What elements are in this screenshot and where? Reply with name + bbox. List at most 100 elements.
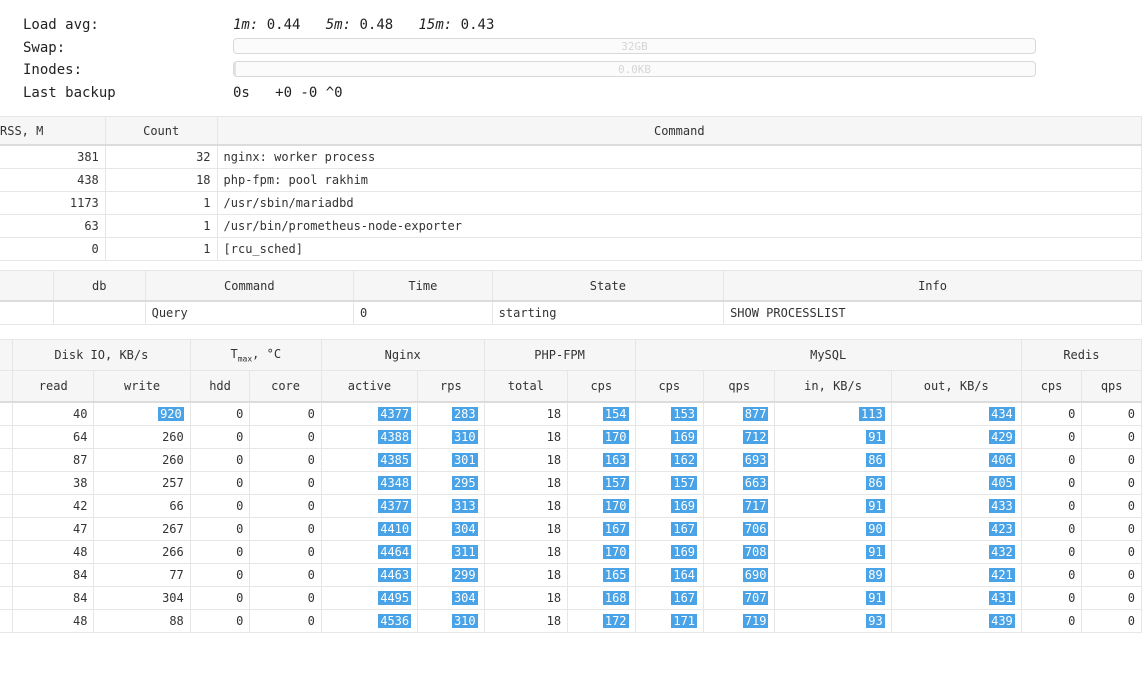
mysql-in-cell: 91 <box>774 540 892 564</box>
col-db: db <box>52 270 146 302</box>
nginx-active-cell: 4348 <box>320 471 419 495</box>
nginx-rps-cell: 299 <box>417 563 485 587</box>
highlighted-value: 693 <box>742 453 769 467</box>
fpm-cps-cell: 170 <box>567 494 636 518</box>
row-gutter <box>0 448 13 472</box>
mysql-out-cell: 429 <box>890 425 1022 449</box>
fpm-total-cell: 18 <box>483 517 569 541</box>
nginx-active-cell: 4410 <box>320 517 419 541</box>
stats-row: 87 260 0 0 4385 301 18 163 162 693 86 406 0 0 <box>0 448 1142 472</box>
mysql-out-cell: 406 <box>890 448 1022 472</box>
mysql-cps-cell: 171 <box>634 609 705 633</box>
highlighted-value: 4464 <box>378 545 412 559</box>
highlighted-value: 405 <box>989 476 1015 490</box>
redis-qps-cell: 0 <box>1081 586 1142 610</box>
group-temperature: Tmax, °C <box>189 339 322 371</box>
row-gutter <box>0 517 13 541</box>
rss-cell: 438 <box>0 168 106 192</box>
redis-qps-cell: 0 <box>1081 540 1142 564</box>
command-cell: [rcu_sched] <box>216 237 1143 261</box>
subheader-cps: cps <box>1020 370 1083 403</box>
mysql-in-cell: 91 <box>774 494 892 518</box>
mysql-cps-cell: 157 <box>634 471 705 495</box>
mysql-cps-cell: 169 <box>634 425 705 449</box>
highlighted-value: 439 <box>989 614 1015 628</box>
last-backup-value: 0s +0 -0 ^0 <box>233 84 343 101</box>
highlighted-value: 170 <box>602 430 629 444</box>
highlighted-value: 429 <box>989 430 1015 444</box>
core-cell: 0 <box>249 401 322 426</box>
stats-row: 40 920 0 0 4377 283 18 154 153 877 113 434 0 0 <box>0 401 1142 426</box>
mysql-qps-cell: 708 <box>703 540 776 564</box>
mysql-in-cell: 93 <box>774 609 892 633</box>
highlighted-value: 153 <box>671 407 698 421</box>
subheader-read: read <box>11 370 95 403</box>
count-cell: 32 <box>104 144 218 169</box>
fpm-cps-cell: 172 <box>567 609 636 633</box>
mysql-cps-cell: 167 <box>634 586 705 610</box>
hdd-cell: 0 <box>189 563 251 587</box>
fpm-cps-cell: 167 <box>567 517 636 541</box>
redis-cps-cell: 0 <box>1020 517 1083 541</box>
nginx-rps-cell: 304 <box>417 517 485 541</box>
mysql-out-cell: 432 <box>890 540 1022 564</box>
subheader-active: active <box>320 370 419 403</box>
highlighted-value: 299 <box>451 568 478 582</box>
fpm-cps-cell: 170 <box>567 425 636 449</box>
highlighted-value: 172 <box>602 614 629 628</box>
fpm-total-cell: 18 <box>483 563 569 587</box>
nginx-active-cell: 4536 <box>320 609 419 633</box>
stats-row: 84 304 0 0 4495 304 18 168 167 707 91 431 0 0 <box>0 586 1142 610</box>
nginx-rps-cell: 311 <box>417 540 485 564</box>
subheader-out-kb-s: out, KB/s <box>890 370 1022 403</box>
process-row: 438 18 php-fpm: pool rakhim <box>0 168 1143 192</box>
read-cell: 64 <box>11 425 95 449</box>
mysql-out-cell: 421 <box>890 563 1022 587</box>
highlighted-value: 4410 <box>378 522 412 536</box>
row-gutter <box>0 494 13 518</box>
inodes-bar-text: 0.0KB <box>617 63 652 76</box>
redis-qps-cell: 0 <box>1081 448 1142 472</box>
load-5m-label: 5m: <box>325 17 352 33</box>
hdd-cell: 0 <box>189 401 251 426</box>
core-cell: 0 <box>249 494 322 518</box>
stats-row: 64 260 0 0 4388 310 18 170 169 712 91 429 0 0 <box>0 425 1142 449</box>
process-row: 63 1/usr/bin/prometheus-node-exporter <box>0 214 1143 238</box>
mysql-in-cell: 91 <box>774 586 892 610</box>
mysql-qps-cell: 706 <box>703 517 776 541</box>
nginx-active-cell: 4377 <box>320 401 419 426</box>
row-gutter <box>0 609 13 633</box>
row-gutter <box>0 471 13 495</box>
read-cell: 40 <box>11 401 95 426</box>
read-cell: 87 <box>11 448 95 472</box>
stats-row: 84 77 0 0 4463 299 18 165 164 690 89 421 0 0 <box>0 563 1142 587</box>
highlighted-value: 4388 <box>378 430 412 444</box>
highlighted-value: 432 <box>989 545 1015 559</box>
swap-label: Swap: <box>23 39 66 56</box>
highlighted-value: 171 <box>671 614 698 628</box>
highlighted-value: 163 <box>602 453 629 467</box>
mysql-in-cell: 86 <box>774 448 892 472</box>
temp-sub: max <box>237 354 253 364</box>
highlighted-value: 93 <box>866 614 885 628</box>
highlighted-value: 169 <box>671 430 698 444</box>
command-cell: /usr/sbin/mariadbd <box>216 191 1143 215</box>
load-1m-label: 1m: <box>233 17 259 33</box>
write-cell: 266 <box>93 540 191 564</box>
count-cell: 1 <box>104 191 218 215</box>
highlighted-value: 4463 <box>378 568 412 582</box>
last-backup-label: Last backup <box>23 84 116 101</box>
id-cell <box>0 300 54 325</box>
core-cell: 0 <box>249 517 322 541</box>
row-gutter <box>0 425 13 449</box>
highlighted-value: 167 <box>602 522 629 536</box>
highlighted-value: 433 <box>989 499 1015 513</box>
highlighted-value: 4348 <box>378 476 412 490</box>
highlighted-value: 4495 <box>378 591 412 605</box>
redis-qps-cell: 0 <box>1081 471 1142 495</box>
highlighted-value: 283 <box>451 407 478 421</box>
col-id <box>0 270 54 302</box>
inodes-label: Inodes: <box>23 62 83 78</box>
highlighted-value: 157 <box>671 476 698 490</box>
process-table: RSS, M Count Command 381 32 nginx: worker … <box>0 116 1143 261</box>
